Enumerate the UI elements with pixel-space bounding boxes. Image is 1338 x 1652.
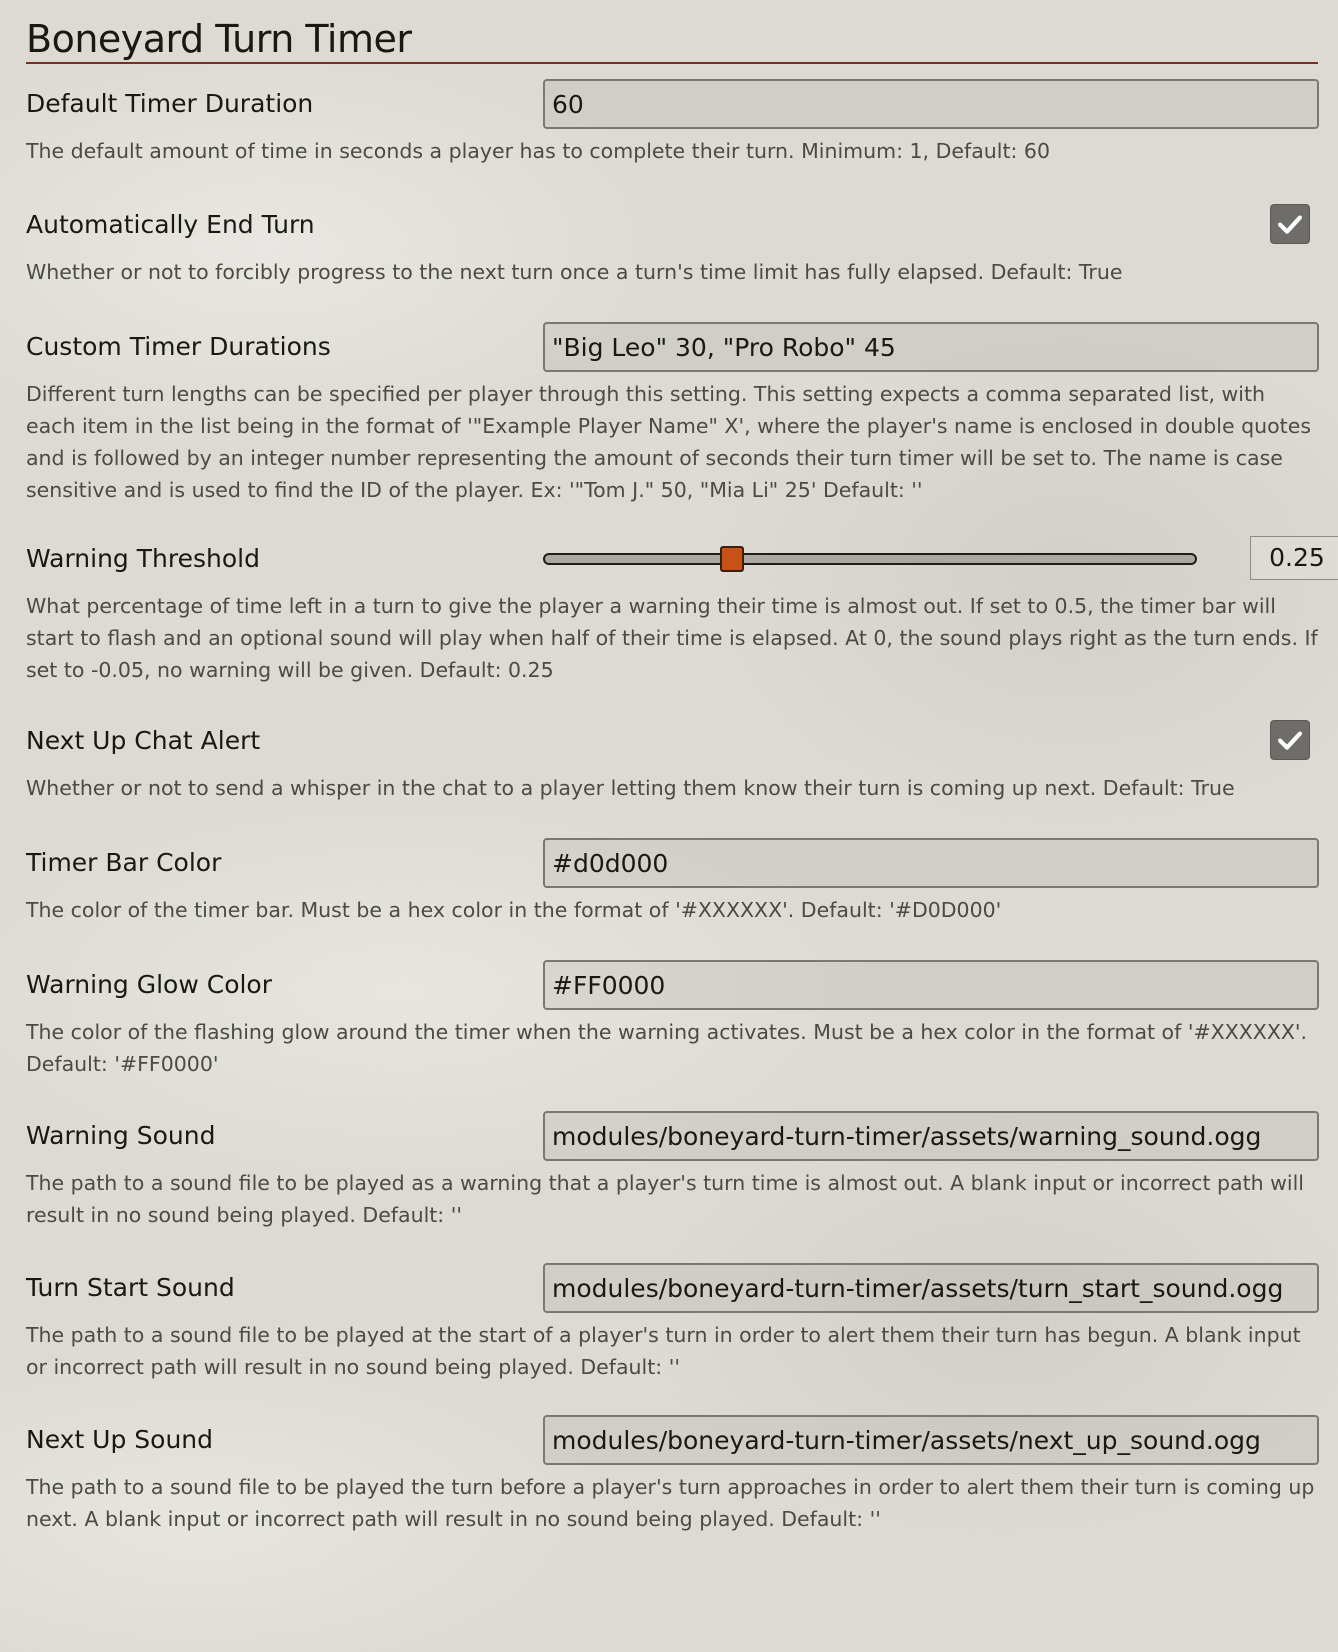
slider-thumb[interactable] xyxy=(720,546,745,572)
module-header: Boneyard Turn Timer xyxy=(26,14,1318,64)
setting-warning-glow-color: Warning Glow Color The color of the flas… xyxy=(26,960,1320,1080)
setting-label: Warning Sound xyxy=(26,1121,216,1150)
setting-label: Timer Bar Color xyxy=(26,848,222,877)
setting-notes: Whether or not to forcibly progress to t… xyxy=(26,260,1123,284)
setting-default-timer-duration: Default Timer Duration The default amoun… xyxy=(26,79,1320,167)
module-title: Boneyard Turn Timer xyxy=(26,17,412,61)
setting-next-up-sound: Next Up Sound The path to a sound file t… xyxy=(26,1415,1320,1535)
setting-custom-timer-durations: Custom Timer Durations Different turn le… xyxy=(26,322,1320,506)
setting-label: Custom Timer Durations xyxy=(26,332,331,361)
custom-durations-input[interactable] xyxy=(543,322,1319,372)
setting-notes: The color of the flashing glow around th… xyxy=(26,1020,1308,1076)
setting-notes: Whether or not to send a whisper in the … xyxy=(26,776,1235,800)
setting-notes: What percentage of time left in a turn t… xyxy=(26,594,1318,682)
setting-notes: Different turn lengths can be specified … xyxy=(26,382,1311,502)
auto-end-turn-checkbox[interactable] xyxy=(1270,204,1310,244)
next-up-sound-path-input[interactable] xyxy=(543,1415,1319,1465)
setting-turn-start-sound: Turn Start Sound The path to a sound fil… xyxy=(26,1263,1320,1383)
setting-label: Default Timer Duration xyxy=(26,89,314,118)
warning-sound-path-input[interactable] xyxy=(543,1111,1319,1161)
setting-next-up-chat-alert: Next Up Chat Alert Whether or not to sen… xyxy=(26,716,1320,804)
setting-warning-threshold: Warning Threshold 0.25 What percentage o… xyxy=(26,534,1338,686)
turn-start-sound-path-input[interactable] xyxy=(543,1263,1319,1313)
warning-threshold-slider[interactable] xyxy=(543,546,1197,572)
setting-label: Turn Start Sound xyxy=(26,1273,235,1302)
setting-label: Warning Glow Color xyxy=(26,970,273,999)
default-duration-input[interactable] xyxy=(543,79,1319,129)
setting-auto-end-turn: Automatically End Turn Whether or not to… xyxy=(26,200,1320,288)
slider-rail xyxy=(543,553,1197,565)
check-icon xyxy=(1277,215,1303,234)
setting-notes: The color of the timer bar. Must be a he… xyxy=(26,898,1002,922)
setting-label: Next Up Sound xyxy=(26,1425,214,1454)
next-up-chat-checkbox[interactable] xyxy=(1270,720,1310,760)
range-value-display: 0.25 xyxy=(1250,536,1338,580)
check-icon xyxy=(1277,731,1303,750)
setting-notes: The path to a sound file to be played at… xyxy=(26,1323,1301,1379)
warning-glow-color-input[interactable] xyxy=(543,960,1319,1010)
setting-label: Automatically End Turn xyxy=(26,210,315,239)
setting-notes: The path to a sound file to be played th… xyxy=(26,1475,1315,1531)
setting-warning-sound: Warning Sound The path to a sound file t… xyxy=(26,1111,1320,1231)
setting-label: Next Up Chat Alert xyxy=(26,726,261,755)
setting-label: Warning Threshold xyxy=(26,544,260,573)
setting-timer-bar-color: Timer Bar Color The color of the timer b… xyxy=(26,838,1320,926)
setting-notes: The default amount of time in seconds a … xyxy=(26,139,1050,163)
timer-bar-color-input[interactable] xyxy=(543,838,1319,888)
setting-notes: The path to a sound file to be played as… xyxy=(26,1171,1304,1227)
